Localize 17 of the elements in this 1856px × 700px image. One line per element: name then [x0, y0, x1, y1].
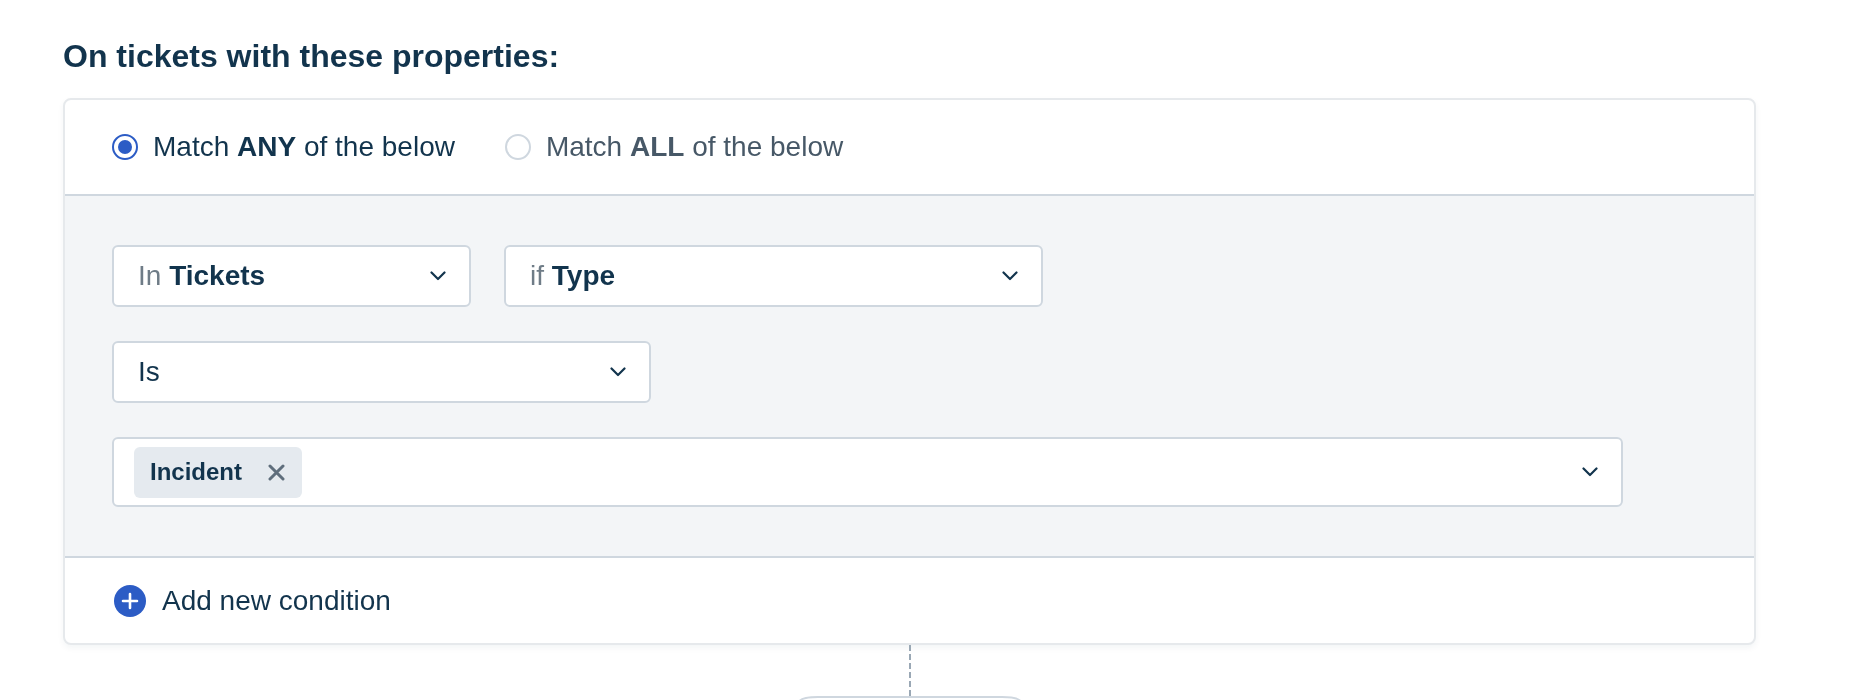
radio-option[interactable]: Match ANY of the below — [112, 126, 455, 168]
close-icon[interactable] — [268, 463, 285, 481]
radio-option[interactable]: Match ALL of the below — [504, 126, 844, 168]
dropdown[interactable]: In Tickets — [112, 245, 471, 307]
chevron-down-icon — [1582, 467, 1598, 477]
chip-label: Incident — [150, 457, 242, 487]
chevron-down-icon — [430, 271, 446, 281]
add-condition-button[interactable]: Add new condition — [114, 579, 391, 622]
plus-icon — [114, 584, 146, 617]
chevron-down-icon — [610, 367, 626, 377]
chevron-down-icon — [1002, 271, 1018, 281]
section-heading: On tickets with these properties: — [63, 37, 560, 76]
dropdown[interactable]: if Type — [504, 245, 1043, 307]
radio-icon[interactable] — [112, 134, 138, 160]
dropdown[interactable]: Is — [112, 341, 651, 403]
multi-select-field[interactable]: Incident — [112, 437, 1623, 507]
connector-line — [908, 645, 911, 696]
